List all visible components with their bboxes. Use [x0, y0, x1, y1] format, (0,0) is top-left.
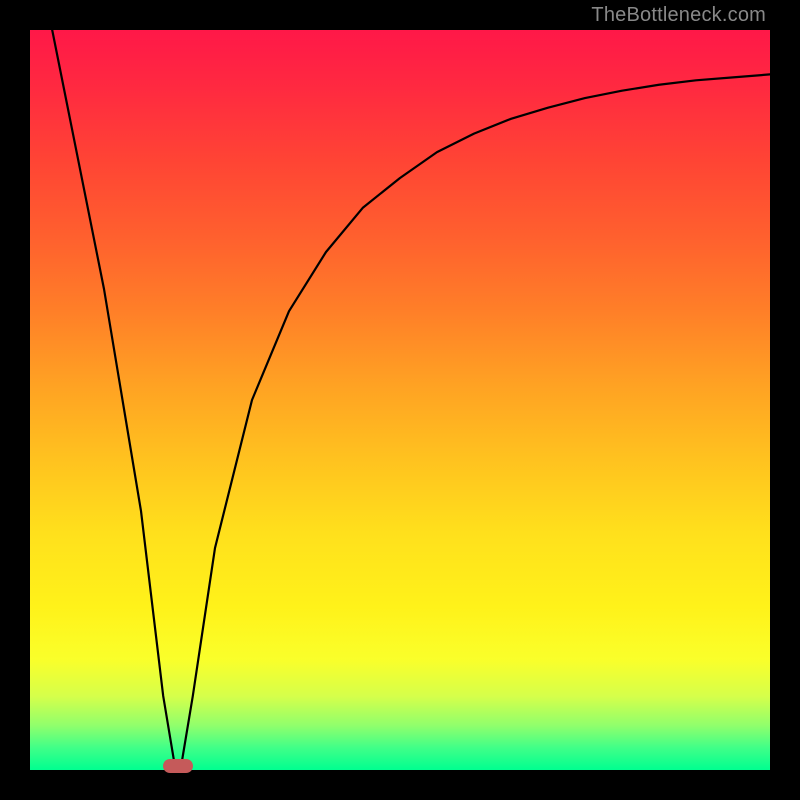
watermark-label: TheBottleneck.com — [591, 4, 766, 27]
curve-svg — [30, 30, 770, 770]
chart-canvas: TheBottleneck.com — [0, 0, 800, 800]
bottleneck-curve — [52, 30, 770, 763]
optimal-point-marker — [163, 759, 193, 773]
plot-area — [30, 30, 770, 770]
